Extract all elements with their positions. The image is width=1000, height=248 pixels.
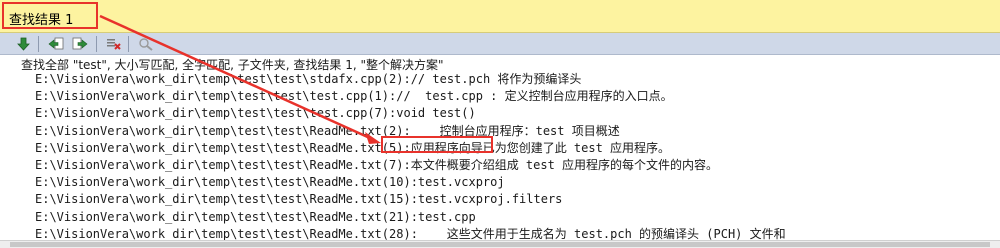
scrollbar-thumb[interactable] <box>10 242 990 247</box>
go-to-location-button[interactable] <box>14 35 34 53</box>
result-line-content: :本文件概要介绍组成 test 应用程序的每个文件的内容。 <box>403 158 719 172</box>
result-file-path: E:\VisionVera\work_dir\temp\test\test\Re… <box>35 192 411 207</box>
horizontal-scrollbar[interactable] <box>0 240 1000 248</box>
result-file-path: E:\VisionVera\work_dir\temp\test\test\st… <box>35 72 404 86</box>
next-result-icon <box>72 37 88 50</box>
search-summary: 查找全部 "test", 大小写匹配, 全字匹配, 子文件夹, 查找结果 1, … <box>21 58 444 72</box>
result-row[interactable]: E:\VisionVera\work_dir\temp\test\test\Re… <box>35 175 505 189</box>
clear-all-icon <box>107 39 121 50</box>
toolbar-separator <box>96 36 97 52</box>
result-file-path: E:\VisionVera\work_dir\temp\test\test\te… <box>35 89 390 104</box>
toolbar-separator <box>38 36 39 52</box>
result-row[interactable]: E:\VisionVera\work_dir\temp\test\test\Re… <box>35 141 670 155</box>
result-file-path: E:\VisionVera\work_dir\temp\test\test\Re… <box>35 140 404 155</box>
result-line-content: :void test() <box>389 106 476 121</box>
result-line-content: : 这些文件用于生成名为 test.pch 的预编译头 (PCH) 文件和 <box>410 226 786 241</box>
result-row[interactable]: E:\VisionVera\work_dir\temp\test\test\te… <box>35 106 476 120</box>
stop-find-icon <box>139 38 153 51</box>
title-annotation-box <box>2 2 98 29</box>
result-row[interactable]: E:\VisionVera\work_dir\temp\test\test\Re… <box>35 227 786 241</box>
previous-result-icon <box>48 37 64 50</box>
result-line-content: :test.cpp <box>410 209 476 224</box>
result-row[interactable]: E:\VisionVera\work_dir\temp\test\test\Re… <box>35 124 620 138</box>
match-annotation-box <box>381 136 493 153</box>
result-row[interactable]: E:\VisionVera\work_dir\temp\test\test\Re… <box>35 158 718 172</box>
result-file-path: E:\VisionVera\work_dir\temp\test\test\Re… <box>35 226 411 241</box>
stop-find-button[interactable] <box>136 35 156 53</box>
result-line-content: :// test.pch 将作为预编译头 <box>403 72 582 86</box>
result-file-path: E:\VisionVera\work_dir\temp\test\test\Re… <box>35 123 404 138</box>
result-row[interactable]: E:\VisionVera\work_dir\temp\test\test\Re… <box>35 192 562 206</box>
result-line-content: :test.vcxproj <box>410 175 505 190</box>
result-row[interactable]: E:\VisionVera\work_dir\temp\test\test\te… <box>35 89 673 103</box>
result-line-content: :// test.cpp : 定义控制台应用程序的入口点。 <box>389 89 673 104</box>
result-file-path: E:\VisionVera\work_dir\temp\test\test\Re… <box>35 158 404 172</box>
clear-all-button[interactable] <box>104 35 124 53</box>
result-row[interactable]: E:\VisionVera\work_dir\temp\test\test\Re… <box>35 210 476 224</box>
result-file-path: E:\VisionVera\work_dir\temp\test\test\Re… <box>35 175 411 190</box>
result-file-path: E:\VisionVera\work_dir\temp\test\test\Re… <box>35 209 411 224</box>
next-result-button[interactable] <box>70 35 90 53</box>
result-line-content: :test.vcxproj.filters <box>410 192 563 207</box>
find-results-toolbar <box>0 33 1000 55</box>
result-row[interactable]: E:\VisionVera\work_dir\temp\test\test\st… <box>35 72 581 86</box>
find-results-title-bar: 查找结果 1 <box>0 0 1000 33</box>
toolbar-separator <box>128 36 129 52</box>
result-file-path: E:\VisionVera\work_dir\temp\test\test\te… <box>35 106 390 121</box>
go-to-location-icon <box>17 37 30 51</box>
previous-result-button[interactable] <box>46 35 66 53</box>
